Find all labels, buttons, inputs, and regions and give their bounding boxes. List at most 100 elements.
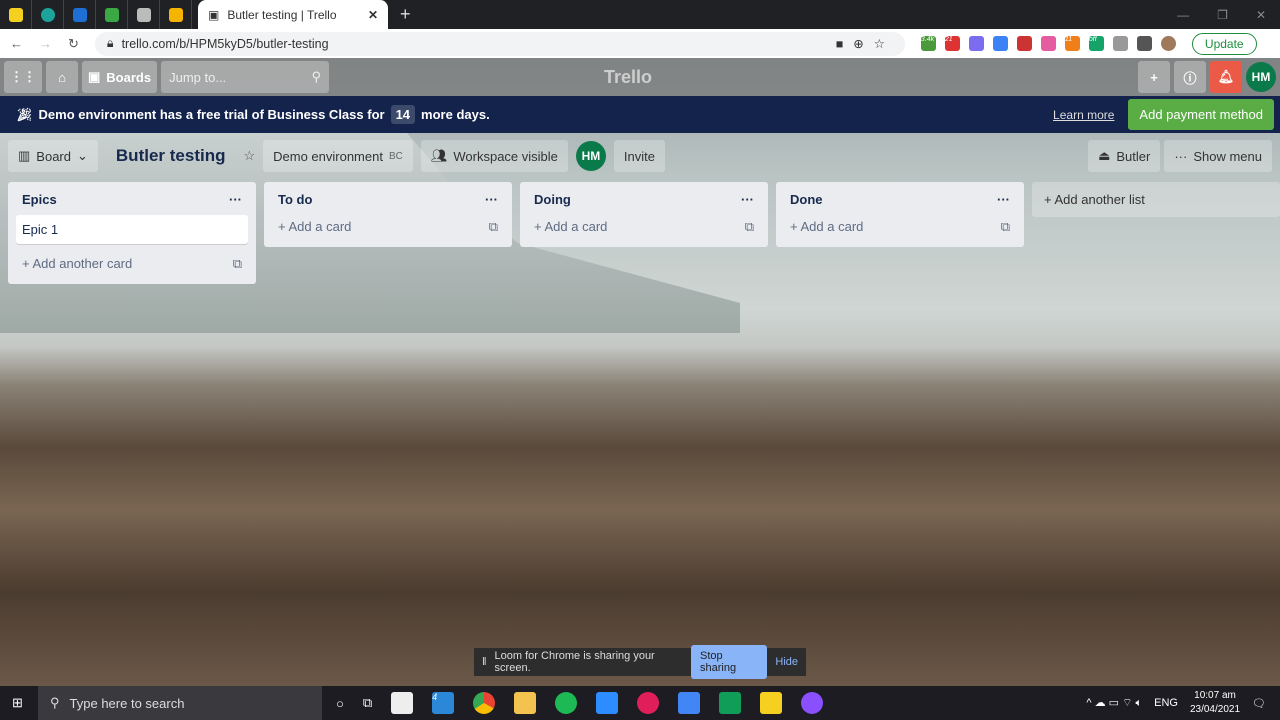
extension-icon[interactable] [968, 36, 984, 51]
bell-icon[interactable]: 🔔︎ [1210, 61, 1242, 93]
create-icon[interactable]: + [1138, 61, 1170, 93]
pinned-tab-miro[interactable] [0, 0, 32, 29]
forward-icon[interactable]: → [39, 36, 52, 51]
messenger-icon[interactable] [801, 692, 824, 714]
list-todo[interactable]: To do ··· + Add a card ⧉ [264, 182, 512, 247]
board-view-switcher[interactable]: ▥ Board ⌄ [8, 140, 98, 172]
template-icon[interactable]: ⧉ [1001, 219, 1010, 235]
boards-button[interactable]: ▣ Boards [82, 61, 158, 93]
close-tab-icon[interactable]: ✕ [368, 8, 378, 22]
notion-icon[interactable] [391, 692, 414, 714]
learn-more-link[interactable]: Learn more [1053, 108, 1114, 122]
pinned-tab-trello[interactable] [128, 0, 160, 29]
add-card-button[interactable]: + Add another card ⧉ [16, 252, 248, 276]
extension-icon[interactable]: 11 [1064, 36, 1080, 51]
extension-icon[interactable] [992, 36, 1008, 51]
language-indicator[interactable]: ENG [1154, 697, 1178, 709]
chrome-icon[interactable] [473, 692, 496, 714]
extension-icon[interactable]: 3.4k [920, 36, 936, 51]
template-icon[interactable]: ⧉ [489, 219, 498, 235]
butler-button[interactable]: ⏏ Butler [1088, 140, 1161, 172]
home-icon[interactable]: ⌂ [46, 61, 78, 93]
list-epics[interactable]: Epics ··· Epic 1 + Add another card ⧉ [8, 182, 256, 284]
tray-icons[interactable]: ^ ☁ ▭ ⌔ 🔈︎ [1086, 696, 1142, 710]
add-card-button[interactable]: + Add a card ⧉ [784, 215, 1016, 239]
cortana-icon[interactable]: ○ [336, 696, 344, 711]
visibility-button[interactable]: 👥︎ Workspace visible [420, 140, 568, 172]
url-field[interactable]: 🔒︎ trello.com/b/HPM5kyD5/butler-testing ■⊕… [94, 31, 905, 56]
update-button[interactable]: Update [1191, 32, 1257, 55]
extension-icon[interactable] [1016, 36, 1032, 51]
extension-icon[interactable] [1112, 36, 1128, 51]
file-explorer-icon[interactable] [514, 692, 537, 714]
trello-header: ⋮⋮ ⌂ ▣ Boards Jump to... ⚲ Trello + ⓘ 🔔︎ H… [0, 58, 1280, 96]
star-icon[interactable]: ☆ [243, 148, 255, 164]
invite-button[interactable]: Invite [613, 140, 665, 172]
reload-icon[interactable]: ↻ [68, 36, 79, 52]
list-title[interactable]: Epics [22, 192, 57, 207]
add-card-button[interactable]: + Add a card ⧉ [272, 215, 504, 239]
pinned-tab-trello[interactable] [96, 0, 128, 29]
taskbar-search[interactable]: ⚲ Type here to search [38, 686, 322, 720]
template-icon[interactable]: ⧉ [745, 219, 754, 235]
list-menu-icon[interactable]: ··· [997, 192, 1010, 207]
zoom-icon[interactable] [596, 692, 619, 714]
member-avatar[interactable]: HM [575, 141, 606, 171]
extension-icon[interactable]: off [1088, 36, 1104, 51]
add-list-button[interactable]: + Add another list [1032, 182, 1280, 217]
trello-logo[interactable]: Trello [604, 67, 652, 88]
template-icon[interactable]: ⧉ [233, 256, 242, 272]
jump-to-search[interactable]: Jump to... ⚲ [161, 61, 330, 93]
notifications-icon[interactable]: 🗨︎ [1252, 697, 1266, 710]
list-menu-icon[interactable]: ··· [741, 192, 754, 207]
address-actions-icons[interactable]: ■⊕☆ [836, 36, 905, 51]
card[interactable]: Epic 1 [16, 215, 248, 244]
extension-icon[interactable] [1040, 36, 1056, 51]
sheets-icon[interactable] [719, 692, 742, 714]
hide-button[interactable]: Hide [775, 656, 798, 668]
info-icon[interactable]: ⓘ [1174, 61, 1206, 93]
list-doing[interactable]: Doing ··· + Add a card ⧉ [520, 182, 768, 247]
avatar[interactable]: HM [1246, 62, 1276, 92]
banner-text-end: more days. [421, 107, 490, 122]
active-tab[interactable]: ▣ Butler testing | Trello ✕ [198, 0, 388, 29]
task-view-icon[interactable]: ⧉ [363, 695, 372, 711]
loom-sharing-bar: ‖ Loom for Chrome is sharing your screen… [474, 645, 806, 679]
pinned-tab[interactable] [32, 0, 64, 29]
maximize-button[interactable]: ❐ [1217, 8, 1228, 22]
extensions: 3.4k 21 11 off [920, 36, 1176, 51]
list-title[interactable]: Doing [534, 192, 571, 207]
list-title[interactable]: To do [278, 192, 312, 207]
list-title[interactable]: Done [790, 192, 823, 207]
puzzle-icon[interactable] [1136, 36, 1152, 51]
miro-icon[interactable] [760, 692, 783, 714]
banner-text: Demo environment has a free trial of Bus… [38, 107, 385, 122]
back-icon[interactable]: ← [10, 36, 23, 51]
list-menu-icon[interactable]: ··· [229, 192, 242, 207]
extension-icon[interactable]: 21 [944, 36, 960, 51]
spotify-icon[interactable] [555, 692, 578, 714]
pinned-tab-trello[interactable] [64, 0, 96, 29]
slack-icon[interactable] [637, 692, 660, 714]
add-payment-button[interactable]: Add payment method [1128, 99, 1274, 130]
show-menu-button[interactable]: ··· Show menu [1164, 140, 1272, 172]
list-done[interactable]: Done ··· + Add a card ⧉ [776, 182, 1024, 247]
pause-icon[interactable]: ‖ [482, 656, 487, 668]
profile-avatar[interactable] [1160, 36, 1176, 51]
board-title[interactable]: Butler testing [106, 146, 236, 166]
workspace-button[interactable]: Demo environment BC [263, 140, 413, 172]
new-tab-button[interactable]: + [400, 4, 411, 25]
close-window-button[interactable]: ✕ [1256, 8, 1266, 22]
add-card-button[interactable]: + Add a card ⧉ [528, 215, 760, 239]
app-icon[interactable]: 4 [432, 692, 455, 714]
clock[interactable]: 10:07 am 23/04/2021 [1190, 689, 1240, 717]
list-menu-icon[interactable]: ··· [485, 192, 498, 207]
apps-icon[interactable]: ⋮⋮ [4, 61, 42, 93]
pinned-tab-slides[interactable] [160, 0, 192, 29]
chevron-down-icon: ⌄ [77, 148, 88, 163]
windows-start-icon[interactable]: ⊞ [12, 695, 23, 711]
boards-label: Boards [106, 69, 152, 85]
minimize-button[interactable]: — [1177, 8, 1189, 22]
stop-sharing-button[interactable]: Stop sharing [690, 645, 768, 679]
docs-icon[interactable] [678, 692, 701, 714]
